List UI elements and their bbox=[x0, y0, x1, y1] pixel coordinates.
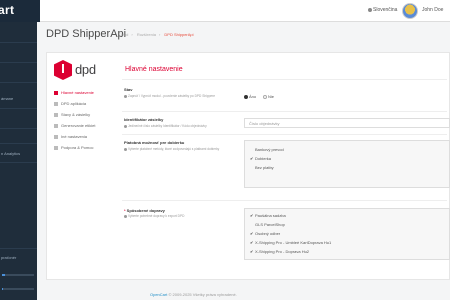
payment-option[interactable]: Bez platby bbox=[250, 165, 274, 170]
info-icon bbox=[124, 214, 127, 218]
shipping-option[interactable]: ✔ Osobný odber bbox=[250, 231, 280, 236]
dpd-logo: dpd bbox=[54, 59, 102, 81]
nav-labels[interactable]: Generovanie etikiet bbox=[54, 123, 95, 128]
status-radio-no[interactable]: Nie bbox=[263, 94, 274, 99]
nav-label: Podpora & Pomoc bbox=[61, 145, 94, 150]
language-selector[interactable]: Slovenčina bbox=[368, 7, 397, 13]
sidebar-divider bbox=[0, 248, 37, 249]
app-icon bbox=[54, 101, 58, 106]
nav-label: Generovanie etikiet bbox=[61, 123, 96, 128]
user-menu[interactable]: John Doe bbox=[422, 7, 443, 13]
help-icon bbox=[54, 145, 58, 150]
row-divider bbox=[122, 134, 447, 135]
status-label: Stav bbox=[124, 87, 133, 92]
nav-other-settings[interactable]: Iné nastavenia bbox=[54, 134, 87, 139]
info-icon bbox=[124, 124, 127, 128]
payment-option[interactable]: Bankový prevod bbox=[250, 147, 284, 152]
page-title: DPD ShipperApi bbox=[46, 28, 127, 40]
shipping-option[interactable]: GLS ParcelShop bbox=[250, 222, 285, 227]
sidebar-divider bbox=[0, 143, 37, 144]
radio-icon bbox=[244, 94, 248, 99]
sidebar-divider bbox=[0, 42, 37, 43]
breadcrumb-current[interactable]: DPD ShipperApi bbox=[164, 32, 193, 37]
nav-statuses[interactable]: Stavy & zásielky bbox=[54, 112, 90, 117]
payment-option[interactable]: ✔ Dobierka bbox=[250, 156, 271, 161]
sidebar-divider bbox=[0, 128, 37, 129]
info-icon bbox=[124, 94, 127, 98]
shipping-option[interactable]: ✔ X-Shipping Pro - Doprava Hu2 bbox=[250, 249, 309, 254]
shipping-label: * Spôsobené dopravy bbox=[124, 208, 165, 213]
home-icon bbox=[54, 90, 58, 95]
payment-hint: Vyberte platobné metódy, ktoré zodpoveda… bbox=[124, 147, 222, 151]
nav-support[interactable]: Podpora & Pomoc bbox=[54, 145, 93, 150]
sidebar-divider bbox=[0, 82, 37, 83]
nav-main-settings[interactable]: Hlavné nastavenie bbox=[54, 90, 94, 95]
gear-icon bbox=[54, 134, 58, 139]
nav-label: Hlavné nastavenie bbox=[61, 90, 94, 95]
section-divider bbox=[122, 79, 447, 80]
sidebar-divider bbox=[0, 62, 37, 63]
footer-link[interactable]: OpenCart bbox=[150, 292, 167, 297]
breadcrumb-extensions[interactable]: Rozšírenia bbox=[137, 32, 156, 37]
brand-logo[interactable]: art bbox=[0, 0, 40, 22]
truck-icon bbox=[54, 112, 58, 117]
sidebar-divider bbox=[0, 108, 37, 109]
row-divider bbox=[122, 111, 447, 112]
row-divider bbox=[122, 200, 447, 201]
shipping-option[interactable]: ✔ Paušálna sadzba bbox=[250, 213, 286, 218]
info-icon bbox=[124, 147, 127, 151]
sidebar-item[interactable]: praťonér bbox=[1, 255, 38, 260]
sidebar-item[interactable]: n Analytics bbox=[1, 151, 38, 156]
footer-text: © 2009-2025 Všetky práva vyhradené. bbox=[168, 292, 237, 297]
logo-text: dpd bbox=[75, 62, 96, 77]
status-radio-yes[interactable]: Áno bbox=[244, 94, 256, 99]
top-bar: art Slovenčina John Doe bbox=[0, 0, 450, 22]
radio-icon bbox=[263, 94, 267, 99]
breadcrumb-separator: › bbox=[131, 32, 133, 37]
dpd-cube-icon bbox=[54, 60, 72, 80]
user-name: John Doe bbox=[422, 7, 444, 13]
identifier-select[interactable]: Číslo objednávky bbox=[244, 118, 450, 128]
breadcrumb-separator: › bbox=[158, 32, 161, 37]
status-hint: Zapnúť / Vypnúť modul - povolenie zásiel… bbox=[124, 94, 222, 98]
brand-text: art bbox=[0, 3, 15, 17]
sidebar-item[interactable]: ámane bbox=[1, 96, 38, 101]
language-label: Slovenčina bbox=[373, 7, 398, 13]
globe-icon bbox=[368, 7, 372, 12]
tag-icon bbox=[54, 123, 58, 128]
shipping-hint: Vyberte potrebné dopravy k export DPD bbox=[124, 214, 222, 218]
progress-bar bbox=[2, 274, 34, 276]
shipping-option[interactable]: ✔ X-Shipping Pro - Umbleè KartDoprava Hu1 bbox=[250, 240, 331, 245]
identifier-label: Identifikátor zásielky bbox=[124, 117, 164, 122]
breadcrumb-home[interactable]: Úvod bbox=[119, 32, 128, 37]
avatar[interactable] bbox=[402, 3, 418, 19]
nav-dpd-app[interactable]: DPD aplikácia bbox=[54, 101, 86, 106]
nav-label: Iné nastavenia bbox=[61, 134, 88, 139]
nav-label: Stavy & zásielky bbox=[61, 112, 91, 117]
sidebar-divider bbox=[0, 162, 37, 163]
breadcrumb: Úvod › Rozšírenia › DPD ShipperApi bbox=[119, 32, 194, 37]
sidebar: ámane n Analytics › › › › › › › praťonér bbox=[0, 22, 37, 300]
progress-fill bbox=[2, 274, 5, 276]
payment-label: Platobná možnosť pre dobierku bbox=[124, 140, 185, 145]
progress-bar bbox=[2, 288, 34, 290]
section-title: Hlavné nastavenie bbox=[125, 66, 183, 73]
footer: OpenCart © 2009-2025 Všetky práva vyhrad… bbox=[150, 292, 237, 297]
identifier-hint: Jedinečné číslo zásielky Identifikátor /… bbox=[124, 124, 222, 128]
nav-label: DPD aplikácia bbox=[61, 101, 87, 106]
